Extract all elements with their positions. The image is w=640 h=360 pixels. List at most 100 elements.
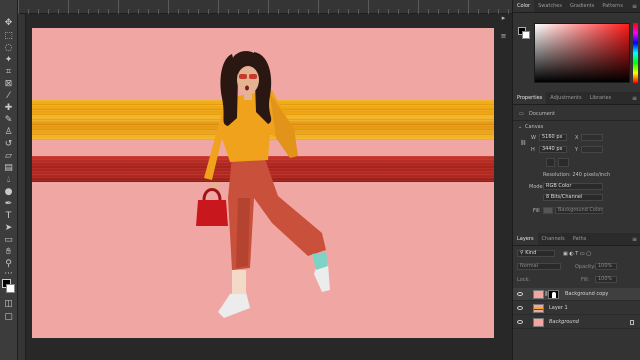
layer-row[interactable]: Layer 1 — [513, 302, 640, 315]
layer-mask-thumbnail[interactable] — [548, 290, 559, 299]
layer-row[interactable]: ⛓ Background copy — [513, 288, 640, 301]
fill-dropdown[interactable]: Background Color — [555, 207, 603, 214]
y-field[interactable] — [581, 146, 603, 153]
layer-name: Background copy — [565, 291, 609, 297]
document-canvas[interactable] — [32, 28, 494, 338]
tab-channels[interactable]: Channels — [538, 233, 569, 245]
height-label: H — [531, 147, 535, 153]
screen-mode-icon[interactable]: ▢ — [2, 311, 15, 324]
bit-depth-dropdown[interactable]: 8 Bits/Channel — [543, 194, 603, 201]
layer-thumbnail — [533, 290, 544, 299]
blend-mode-dropdown[interactable]: Normal — [517, 263, 561, 270]
ruler-tick — [248, 9, 249, 14]
ruler-tick — [38, 9, 39, 14]
tab-gradients[interactable]: Gradients — [566, 0, 598, 12]
eye-icon[interactable] — [517, 320, 523, 324]
ruler-tick — [328, 9, 329, 14]
layer-row[interactable]: Background — [513, 316, 640, 329]
layers-panel-tabs: Layers Channels Paths ≡ — [513, 233, 640, 246]
opacity-field[interactable]: 100% — [595, 263, 617, 270]
ruler-tick — [118, 0, 119, 14]
tab-paths[interactable]: Paths — [569, 233, 591, 245]
tab-layers[interactable]: Layers — [513, 233, 538, 245]
link-icon[interactable]: ⛓ — [520, 140, 526, 146]
fill-swatch[interactable] — [543, 207, 553, 214]
ruler-tick — [478, 9, 479, 14]
y-label: Y — [575, 147, 579, 153]
eye-icon[interactable] — [517, 292, 523, 296]
ruler-tick — [18, 0, 19, 14]
panel-menu-icon[interactable]: ≡ — [632, 92, 640, 104]
ruler-tick — [48, 9, 49, 14]
actions-panel-icon[interactable]: ≡ — [499, 32, 508, 41]
background-color-swatch[interactable] — [6, 284, 15, 293]
opacity-label: Opacity: — [575, 264, 596, 270]
fill-field[interactable]: 100% — [595, 276, 617, 283]
ruler-tick — [58, 9, 59, 14]
eye-icon[interactable] — [517, 306, 523, 310]
x-field[interactable] — [581, 134, 603, 141]
vertical-ruler — [18, 14, 26, 360]
ruler-tick — [278, 9, 279, 14]
resolution-text: Resolution: 240 pixels/inch — [543, 172, 611, 178]
tab-properties[interactable]: Properties — [513, 92, 547, 104]
ruler-tick — [508, 9, 509, 14]
ruler-tick — [418, 0, 419, 14]
kind-filter-label: Kind — [525, 250, 537, 256]
ruler-tick — [438, 9, 439, 14]
document-workspace — [27, 15, 512, 360]
tab-adjustments[interactable]: Adjustments — [546, 92, 585, 104]
ruler-tick — [128, 9, 129, 14]
ruler-tick — [488, 9, 489, 14]
layers-panel: Layers Channels Paths ≡ ⚲ Kind ▣ ◐ T ▭ ▢… — [513, 233, 640, 360]
color-panel: Color Swatches Gradients Patterns ≡ — [513, 0, 640, 90]
toolbox: ✥ ⬚ ◌ ✦ ⌗ ⊠ ⁄ ✚ ✎ ♙ ↺ ▱ ▤ 💧︎ ● ✒ T ➤ ▭ ✋… — [0, 0, 18, 360]
color-picker-field[interactable] — [534, 23, 630, 83]
ruler-tick — [448, 9, 449, 14]
ruler-tick — [158, 9, 159, 14]
tab-libraries[interactable]: Libraries — [586, 92, 616, 104]
width-label: W — [531, 135, 536, 141]
ruler-tick — [208, 9, 209, 14]
panel-menu-icon[interactable]: ≡ — [632, 233, 640, 245]
ruler-tick — [148, 9, 149, 14]
move-icon[interactable]: ✥ — [2, 17, 15, 30]
landscape-orientation-button[interactable] — [558, 158, 569, 167]
history-panel-icon[interactable]: ▸ — [499, 14, 508, 23]
ruler-tick — [88, 9, 89, 14]
x-label: X — [575, 135, 579, 141]
lock-icon[interactable] — [630, 320, 634, 325]
ruler-tick — [468, 0, 469, 14]
panel-menu-icon[interactable]: ≡ — [632, 0, 640, 12]
ruler-tick — [358, 9, 359, 14]
background-color-chip[interactable] — [522, 31, 530, 39]
woman-photo-figure — [196, 51, 330, 318]
mode-label: Mode — [529, 184, 543, 190]
ruler-tick — [98, 9, 99, 14]
ruler-tick — [268, 0, 269, 14]
ruler-tick — [198, 9, 199, 14]
hue-slider[interactable] — [633, 23, 638, 83]
tab-color[interactable]: Color — [513, 0, 535, 12]
layer-name: Background — [549, 319, 579, 325]
tab-patterns[interactable]: Patterns — [598, 0, 627, 12]
ruler-tick — [138, 9, 139, 14]
tab-swatches[interactable]: Swatches — [534, 0, 566, 12]
height-field[interactable]: 3440 px — [539, 146, 567, 153]
color-panel-tabs: Color Swatches Gradients Patterns ≡ — [513, 0, 640, 13]
layer-name: Layer 1 — [549, 305, 568, 311]
portrait-orientation-button[interactable] — [546, 158, 555, 167]
layer-kind-filter[interactable]: ⚲ Kind — [517, 250, 555, 257]
layer-thumbnail — [533, 304, 544, 313]
filter-icons[interactable]: ▣ ◐ T ▭ ▢ — [563, 251, 591, 257]
ruler-tick — [258, 9, 259, 14]
ruler-tick — [408, 9, 409, 14]
chevron-down-icon[interactable]: ⌄ — [518, 124, 522, 130]
properties-panel: Properties Adjustments Libraries ≡ ▭ Doc… — [513, 92, 640, 232]
photoshop-window: ✥ ⬚ ◌ ✦ ⌗ ⊠ ⁄ ✚ ✎ ♙ ↺ ▱ ▤ 💧︎ ● ✒ T ➤ ▭ ✋… — [0, 0, 640, 360]
layer-thumbnail — [533, 318, 544, 327]
ruler-tick — [288, 9, 289, 14]
quick-mask-icon[interactable]: ◫ — [2, 298, 15, 311]
width-field[interactable]: 5160 px — [539, 134, 567, 141]
mode-dropdown[interactable]: RGB Color — [543, 183, 603, 190]
